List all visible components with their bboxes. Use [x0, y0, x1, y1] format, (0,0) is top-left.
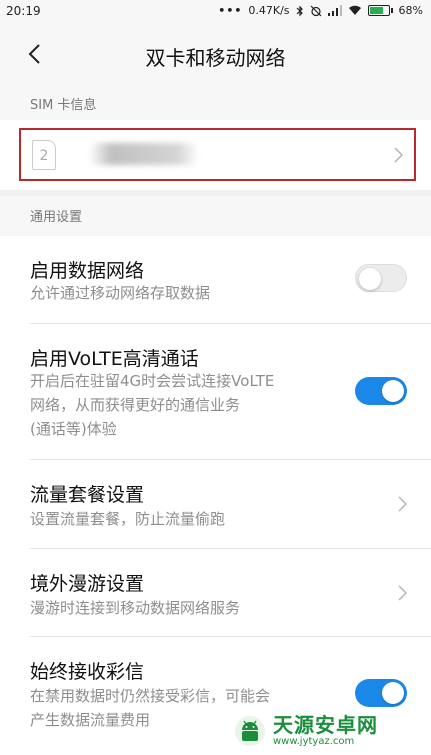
battery-icon: [367, 5, 393, 16]
wifi-icon: [348, 5, 361, 15]
volte-subtitle-line2: 网络，从而获得更好的通信业务: [30, 396, 241, 414]
status-time: 20:19: [6, 4, 41, 18]
bluetooth-icon: [296, 5, 303, 16]
roaming-subtitle: 漫游时连接到移动数据网络服务: [30, 599, 241, 617]
watermark-text: 天源安卓网 www.jytyaz.com: [273, 714, 378, 748]
sim-section-label: SIM 卡信息: [30, 98, 97, 113]
status-bar: 20:19 ••• 0.47K/s 68%: [0, 0, 431, 24]
network-speed: 0.47K/s: [248, 4, 290, 17]
data-network-row[interactable]: 启用数据网络 允许通过移动网络存取数据: [0, 236, 431, 324]
sim-carrier-name-redacted: [89, 143, 199, 165]
mms-subtitle-line2: 产生数据流量费用: [30, 711, 151, 729]
roaming-row[interactable]: 境外漫游设置 漫游时连接到移动数据网络服务: [0, 549, 431, 637]
watermark-url: www.jytyaz.com: [273, 736, 355, 747]
signal-icon: [327, 5, 342, 16]
sim-card-item[interactable]: 2: [19, 128, 416, 181]
status-icons: ••• 0.47K/s 68%: [218, 4, 423, 17]
sim-card-icon: 2: [32, 140, 56, 170]
chevron-right-icon: [394, 147, 404, 163]
data-network-toggle[interactable]: [355, 264, 407, 292]
data-network-title: 启用数据网络: [30, 260, 145, 282]
android-logo-icon: [235, 716, 265, 746]
mms-toggle[interactable]: [355, 679, 407, 707]
toggle-knob: [382, 682, 404, 704]
toggle-knob: [359, 268, 381, 290]
volte-title: 启用VoLTE高清通话: [30, 348, 199, 370]
roaming-title: 境外漫游设置: [30, 573, 145, 595]
volte-subtitle-line1: 开启后在驻留4G时会尝试连接VoLTE: [30, 372, 275, 390]
volte-toggle[interactable]: [355, 377, 407, 405]
data-plan-row[interactable]: 流量套餐设置 设置流量套餐，防止流量偷跑: [0, 460, 431, 549]
data-plan-subtitle: 设置流量套餐，防止流量偷跑: [30, 510, 226, 528]
watermark-name: 天源安卓网: [273, 713, 378, 737]
chevron-right-icon: [398, 585, 408, 601]
volte-row[interactable]: 启用VoLTE高清通话 开启后在驻留4G时会尝试连接VoLTE 网络，从而获得更…: [0, 324, 431, 460]
mms-title: 始终接收彩信: [30, 661, 145, 683]
notification-dots: •••: [218, 4, 243, 17]
data-plan-title: 流量套餐设置: [30, 484, 145, 506]
chevron-right-icon: [398, 496, 408, 512]
alarm-off-icon: [310, 5, 321, 16]
general-section-label: 通用设置: [30, 210, 83, 225]
mms-subtitle-line1: 在禁用数据时仍然接受彩信，可能会: [30, 687, 271, 705]
toggle-knob: [382, 380, 404, 402]
battery-percent: 68%: [398, 4, 423, 17]
site-watermark: 天源安卓网 www.jytyaz.com: [233, 711, 423, 751]
data-network-subtitle: 允许通过移动网络存取数据: [30, 284, 211, 302]
volte-subtitle-line3: (通话等)体验: [30, 420, 117, 438]
page-title: 双卡和移动网络: [145, 46, 286, 70]
app-header: 双卡和移动网络: [0, 24, 431, 84]
